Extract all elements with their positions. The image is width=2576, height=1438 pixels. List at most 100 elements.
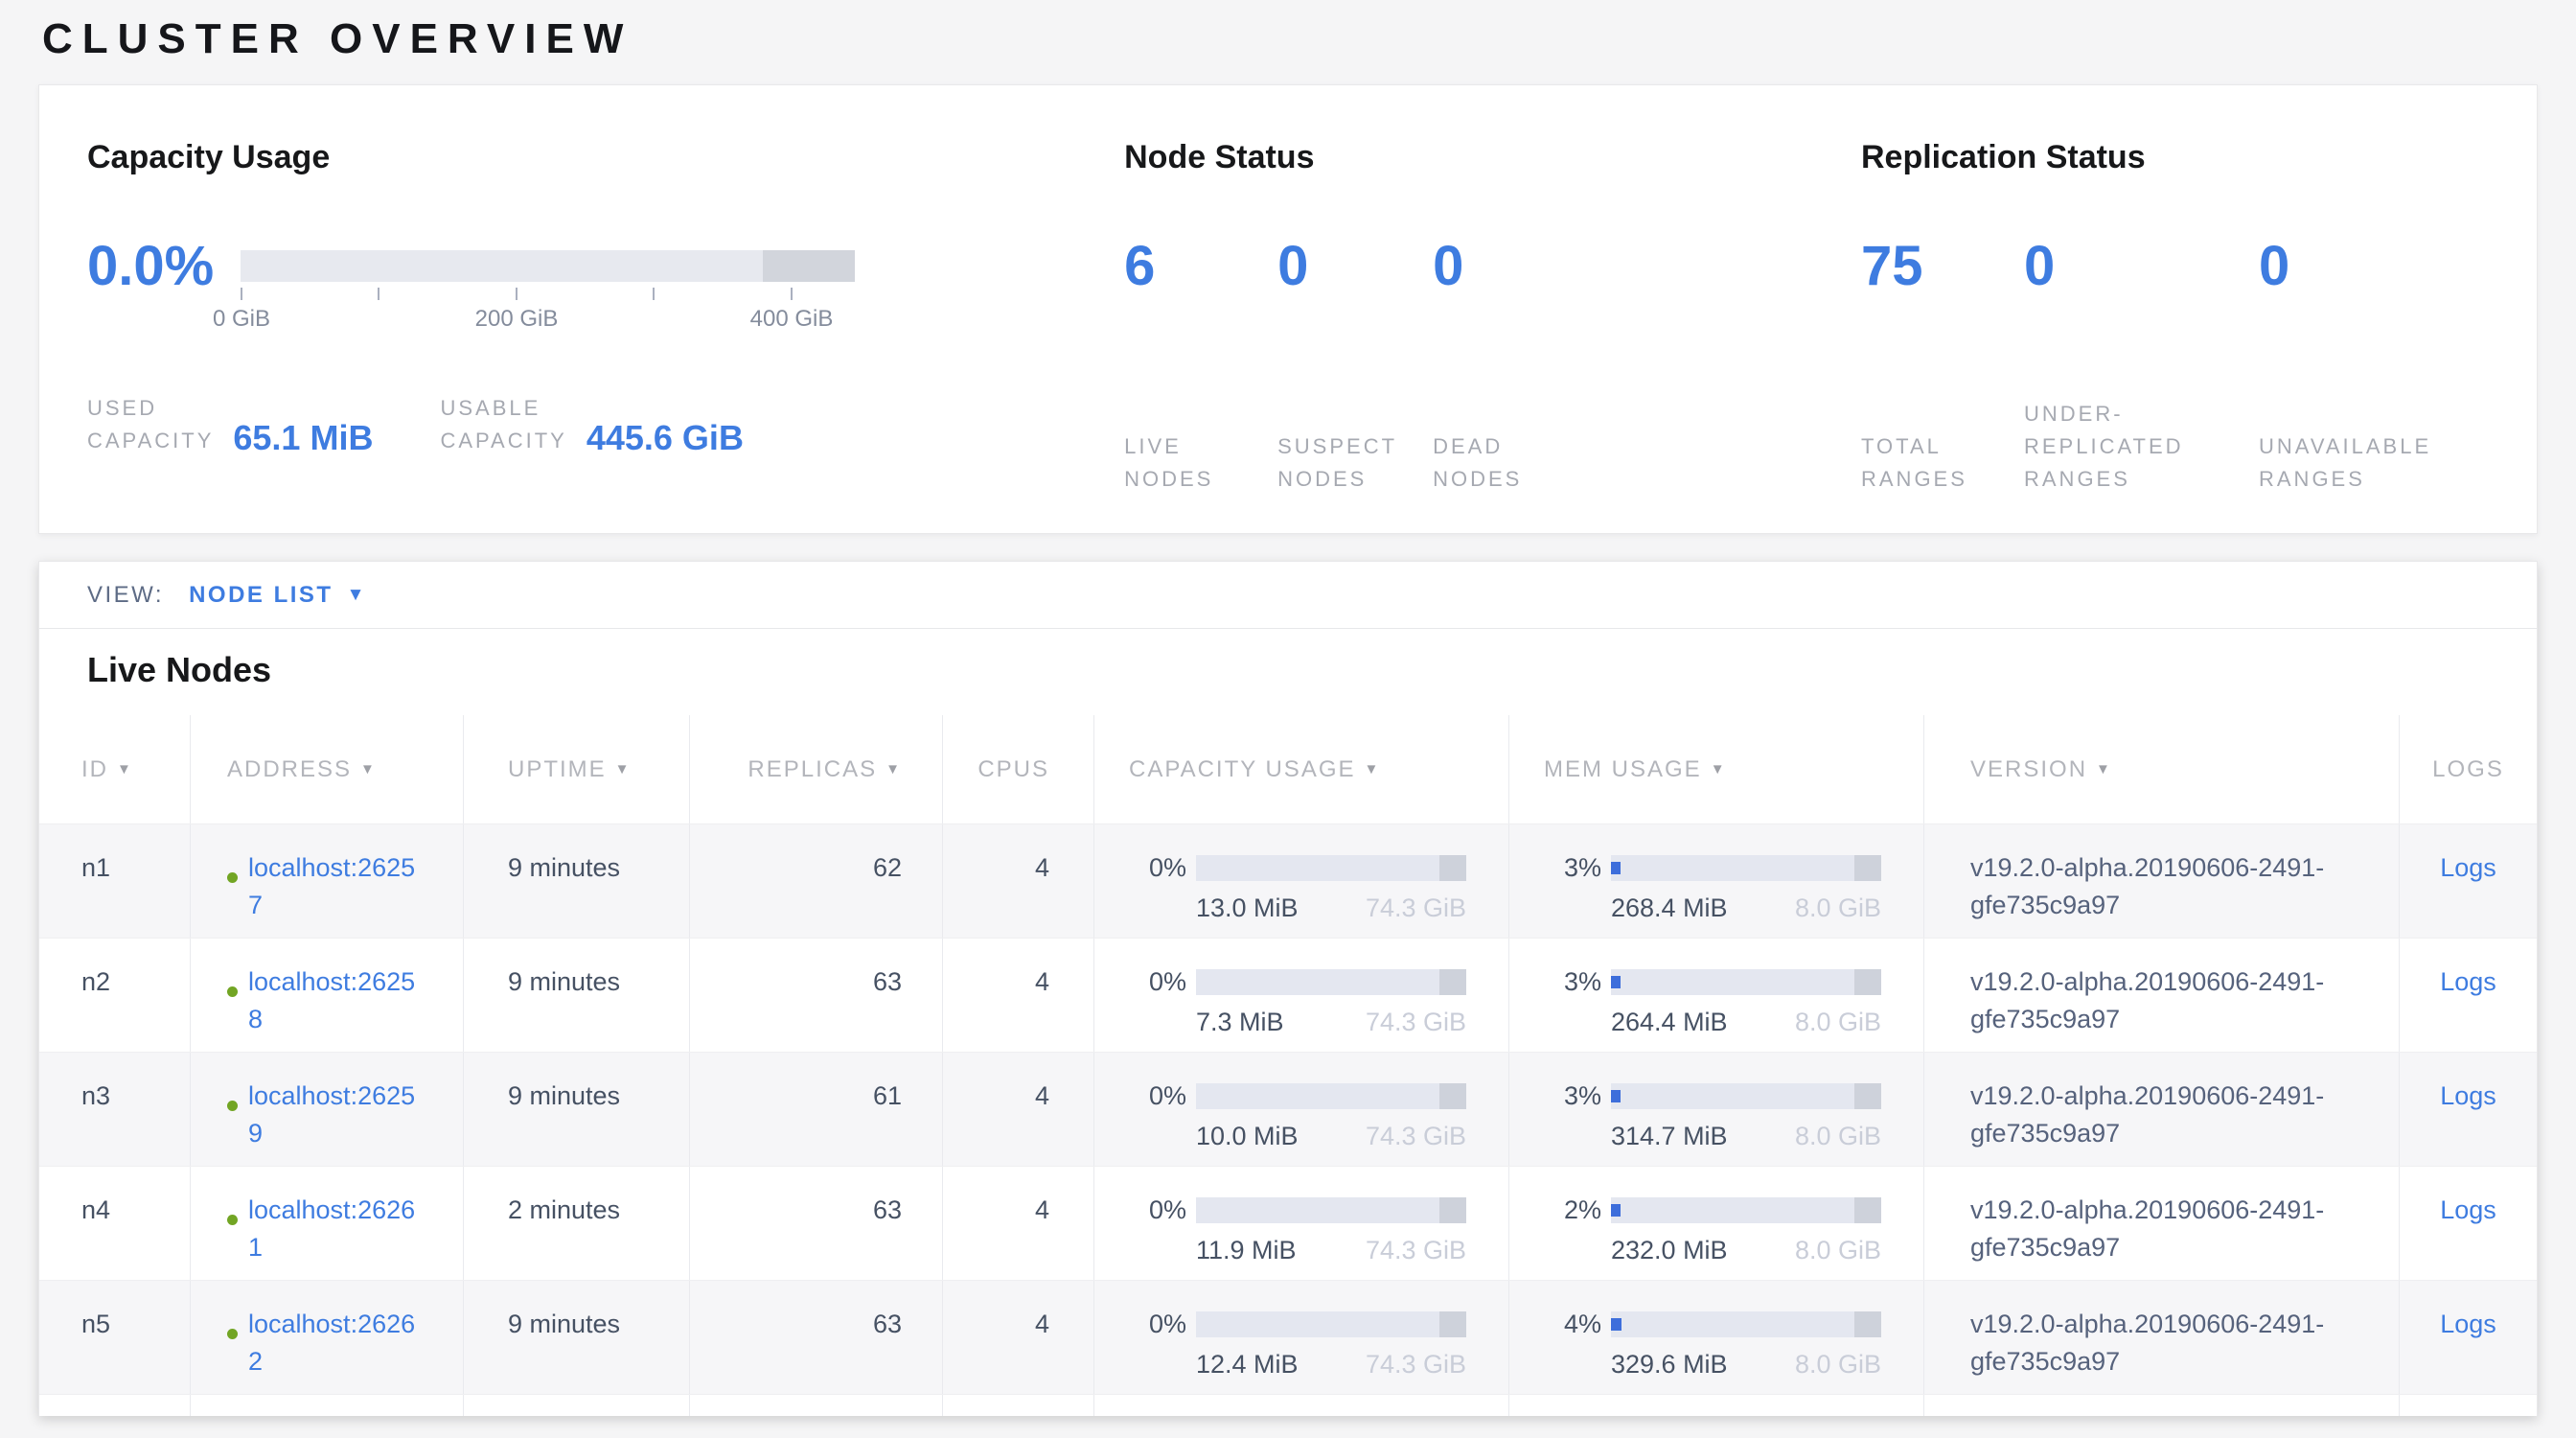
column-header-label: UPTIME xyxy=(508,756,607,783)
replication-status-stat: 0UNAVAILABLE RANGES xyxy=(2259,179,2489,496)
node-cpus-cell: 4 xyxy=(943,1167,1094,1280)
node-address-link[interactable]: localhost:26258 xyxy=(248,963,423,1038)
node-version-cell: v19.2.0-alpha.20190606-2491-gfe735c9a97 xyxy=(1924,824,2400,938)
node-address-cell: localhost:26258 xyxy=(191,939,464,1052)
node-cpus-cell: 4 xyxy=(943,939,1094,1052)
memory-bar-line: 2% xyxy=(1544,1192,1923,1229)
column-header-cpus: CPUS xyxy=(943,715,1094,823)
capacity-bar-dark-segment xyxy=(1439,1083,1466,1109)
node-uptime-cell: 9 minutes xyxy=(464,939,690,1052)
memory-usage-percent: 3% xyxy=(1544,1078,1601,1115)
node-id-cell: n3 xyxy=(39,1053,191,1166)
memory-usage-cell: 4%329.6 MiB8.0 GiB xyxy=(1509,1281,1924,1394)
node-id-cell: n2 xyxy=(39,939,191,1052)
memory-used-value: 329.6 MiB xyxy=(1611,1346,1728,1383)
capacity-stat: USEDCAPACITY65.1 MiB xyxy=(87,392,373,457)
capacity-usage-values: 7.3 MiB74.3 GiB xyxy=(1196,1004,1466,1041)
column-header-label: VERSION xyxy=(1970,756,2087,783)
capacity-usage-percent: 0% xyxy=(1129,1306,1186,1343)
capacity-usage-bar xyxy=(1196,1311,1466,1337)
node-address-wrap: localhost:26258 xyxy=(227,963,463,1038)
capacity-max-value: 74.3 GiB xyxy=(1366,1118,1466,1155)
capacity-stat-label: USABLECAPACITY xyxy=(440,392,566,457)
memory-usage-bar xyxy=(1611,969,1881,995)
node-replicas-cell: 61 xyxy=(690,1053,943,1166)
node-cpus-cell: 4 xyxy=(943,1053,1094,1166)
capacity-usage-values: 10.0 MiB74.3 GiB xyxy=(1196,1118,1466,1155)
capacity-usage-percent: 0% xyxy=(1129,963,1186,1001)
gauge-tick-label: 400 GiB xyxy=(750,306,834,333)
column-header-capacity[interactable]: CAPACITY USAGE▼ xyxy=(1094,715,1509,823)
column-header-label: LOGS xyxy=(2432,756,2504,783)
capacity-bar-line: 0% xyxy=(1129,1192,1508,1229)
node-logs-cell: Logs xyxy=(2400,1167,2537,1280)
node-uptime-cell: 9 minutes xyxy=(464,824,690,938)
logs-link[interactable]: Logs xyxy=(2440,967,2496,996)
view-selected-value: NODE LIST xyxy=(189,582,334,609)
column-header-version[interactable]: VERSION▼ xyxy=(1924,715,2400,823)
node-replicas-cell: 63 xyxy=(690,939,943,1052)
replication-status-stat-label: TOTAL RANGES xyxy=(1861,383,1995,496)
node-status-stat: 0SUSPECT NODES xyxy=(1277,179,1433,496)
capacity-usage-cell: 0%10.0 MiB74.3 GiB xyxy=(1094,1053,1509,1166)
replication-status-title: Replication Status xyxy=(1861,139,2489,179)
logs-link[interactable]: Logs xyxy=(2440,1195,2496,1224)
memory-usage-cell: 3%268.4 MiB8.0 GiB xyxy=(1509,824,1924,938)
node-version-text: v19.2.0-alpha.20190606-2491-gfe735c9a97 xyxy=(1970,1078,2363,1152)
node-address-link[interactable]: localhost:26257 xyxy=(248,849,423,924)
node-live-status xyxy=(227,849,248,896)
memory-bar-line: 3% xyxy=(1544,849,1923,887)
node-address-wrap: localhost:26257 xyxy=(227,849,463,924)
node-address-link[interactable]: localhost:26262 xyxy=(248,1306,423,1380)
capacity-max-value: 74.3 GiB xyxy=(1366,1004,1466,1041)
memory-bar-dark-segment xyxy=(1854,969,1881,995)
node-address-link[interactable]: localhost:26259 xyxy=(248,1078,423,1152)
column-header-uptime[interactable]: UPTIME▼ xyxy=(464,715,690,823)
node-live-status xyxy=(227,1192,248,1239)
capacity-bar-dark-segment xyxy=(1439,1197,1466,1223)
node-address-cell: localhost:26259 xyxy=(191,1053,464,1166)
node-version-cell: v19.2.0-alpha.20190606-2491-gfe735c9a97 xyxy=(1924,1053,2400,1166)
memory-usage-percent: 3% xyxy=(1544,849,1601,887)
memory-bar-dark-segment xyxy=(1854,1083,1881,1109)
logs-link[interactable]: Logs xyxy=(2440,853,2496,882)
column-header-replicas[interactable]: REPLICAS▼ xyxy=(690,715,943,823)
node-address-cell: localhost:26261 xyxy=(191,1167,464,1280)
node-live-status xyxy=(227,963,248,1010)
node-version-text: v19.2.0-alpha.20190606-2491-gfe735c9a97 xyxy=(1970,963,2363,1038)
column-header-memory[interactable]: MEM USAGE▼ xyxy=(1509,715,1924,823)
capacity-usage-title: Capacity Usage xyxy=(87,139,1124,179)
capacity-max-value: 74.3 GiB xyxy=(1366,1232,1466,1269)
memory-usage-bar xyxy=(1611,1311,1881,1337)
memory-usage-cell: 3%314.7 MiB8.0 GiB xyxy=(1509,1053,1924,1166)
node-address-link[interactable]: localhost:26261 xyxy=(248,1192,423,1266)
node-logs-cell: Logs xyxy=(2400,1281,2537,1394)
logs-link[interactable]: Logs xyxy=(2440,1081,2496,1110)
column-header-address[interactable]: ADDRESS▼ xyxy=(191,715,464,823)
empty-cell xyxy=(690,1395,943,1416)
capacity-used-value: 12.4 MiB xyxy=(1196,1346,1299,1383)
node-replicas-cell: 63 xyxy=(690,1167,943,1280)
column-header-id[interactable]: ID▼ xyxy=(39,715,191,823)
memory-max-value: 8.0 GiB xyxy=(1795,890,1881,927)
sort-desc-icon: ▼ xyxy=(117,761,133,777)
capacity-usage-percent: 0% xyxy=(1129,849,1186,887)
gauge-tick xyxy=(653,288,655,300)
view-selector-dropdown[interactable]: NODE LIST ▼ xyxy=(189,582,364,609)
memory-usage-percent: 4% xyxy=(1544,1306,1601,1343)
logs-link[interactable]: Logs xyxy=(2440,1310,2496,1338)
memory-bar-used-fill xyxy=(1611,1204,1621,1217)
capacity-usage-values: 13.0 MiB74.3 GiB xyxy=(1196,890,1466,927)
table-row: n5localhost:262629 minutes6340%12.4 MiB7… xyxy=(39,1280,2537,1394)
live-node-dot-icon xyxy=(227,1329,238,1339)
memory-max-value: 8.0 GiB xyxy=(1795,1232,1881,1269)
memory-bar-line: 3% xyxy=(1544,1078,1923,1115)
gauge-tick-label: 200 GiB xyxy=(475,306,559,333)
capacity-usage-values: 12.4 MiB74.3 GiB xyxy=(1196,1346,1466,1383)
node-address-cell: localhost:26257 xyxy=(191,824,464,938)
live-node-dot-icon xyxy=(227,872,238,883)
memory-usage-bar xyxy=(1611,855,1881,881)
memory-used-value: 314.7 MiB xyxy=(1611,1118,1728,1155)
node-version-text: v19.2.0-alpha.20190606-2491-gfe735c9a97 xyxy=(1970,849,2363,924)
node-version-cell: v19.2.0-alpha.20190606-2491-gfe735c9a97 xyxy=(1924,1281,2400,1394)
